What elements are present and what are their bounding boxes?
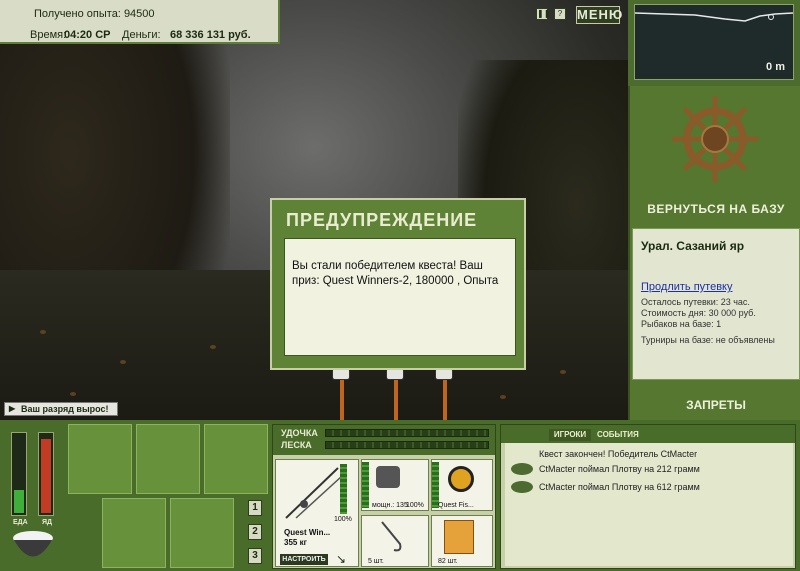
arrow-icon: ↘: [336, 552, 347, 566]
slot-tackle-box[interactable]: [68, 424, 132, 494]
leaf: [70, 392, 76, 396]
bait-count: 82 шт.: [438, 558, 458, 565]
rod-weight: 355 кг: [284, 538, 307, 547]
events-list: Квест закончен! Победитель CtMacter CtMa…: [505, 443, 793, 566]
experience-row: Получено опыта: 94500: [34, 8, 155, 20]
hook-slot[interactable]: 5 шт.: [361, 515, 429, 567]
tab-events[interactable]: СОБЫТИЯ: [597, 429, 639, 441]
setup-button[interactable]: НАСТРОИТЬ: [280, 554, 328, 565]
slot-notebook[interactable]: [204, 424, 268, 494]
base-info: Урал. Сазаний яр Продлить путевку Остало…: [632, 228, 800, 380]
experience-value: 94500: [123, 8, 155, 20]
poison-label: ЯД: [42, 519, 53, 526]
event-message: CtMacter поймал Плотву на 212 грамм: [539, 464, 700, 474]
stat-remaining: Осталось путевки: 23 час.: [641, 297, 750, 307]
line-name: Quest Fis...: [438, 502, 474, 509]
rod-percent: 100%: [334, 516, 352, 523]
stat-tournaments: Турниры на базе: не объявлены: [641, 335, 775, 345]
slot-page-3[interactable]: 3: [248, 548, 262, 564]
reel-power: мощн.: 135: [372, 502, 408, 509]
tab-players[interactable]: ИГРОКИ: [549, 429, 591, 441]
rod-name: Quest Win...: [284, 528, 331, 537]
dialog-message: Вы стали победителем квеста! Ваш приз: Q…: [284, 238, 516, 356]
ship-wheel-icon[interactable]: [670, 94, 760, 184]
cooking-pot-icon[interactable]: [8, 528, 58, 568]
depth-value: 0 m: [766, 61, 785, 73]
rod-slot[interactable]: 100% Quest Win... 355 кг НАСТРОИТЬ ↘: [275, 459, 359, 567]
warning-dialog: ПРЕДУПРЕЖДЕНИЕ Вы стали победителем квес…: [270, 198, 526, 370]
stat-day-cost: Стоимость дня: 30 000 руб.: [641, 308, 756, 318]
base-name: Урал. Сазаний яр: [641, 239, 745, 253]
leaf: [40, 330, 46, 334]
rod-icon: [285, 467, 342, 519]
rod-condition-bar: [340, 464, 347, 514]
base-panel: ВЕРНУТЬСЯ НА БАЗУ Урал. Сазаний яр Продл…: [628, 86, 800, 420]
leaf: [500, 395, 506, 399]
menu-button[interactable]: МЕНЮ: [576, 6, 622, 24]
slot-page-2[interactable]: 2: [248, 524, 262, 540]
hook-icon: [381, 521, 402, 552]
pause-icon[interactable]: ❚❚: [536, 8, 550, 20]
time-label: Время:: [30, 29, 67, 41]
slot-bait-bag[interactable]: [136, 424, 200, 494]
fish-icon: [511, 481, 533, 493]
event-message: CtMacter поймал Плотву на 612 грамм: [539, 482, 700, 492]
reel-slot[interactable]: мощн.: 135 100%: [361, 459, 429, 511]
money-value: 68 336 131 руб.: [170, 29, 251, 41]
money-label: Деньги:: [122, 29, 161, 41]
depth-panel: 0 m: [628, 0, 800, 86]
leaf: [210, 345, 216, 349]
slot-bucket[interactable]: [170, 498, 234, 568]
poison-meter: [38, 432, 54, 516]
bait-slot[interactable]: 82 шт.: [431, 515, 493, 567]
help-icon[interactable]: ?: [554, 8, 566, 20]
line-spool-icon: [448, 466, 474, 492]
rod-tension-bar: [325, 429, 489, 437]
poison-meter-fill: [41, 439, 51, 513]
fish-icon: [511, 463, 533, 475]
hook-count: 5 шт.: [368, 558, 384, 565]
reel-percent: 100%: [406, 502, 424, 509]
slot-page-1[interactable]: 1: [248, 500, 262, 516]
reel-icon: [376, 466, 400, 488]
slot-basket[interactable]: [102, 498, 166, 568]
food-meter-fill: [14, 490, 24, 513]
tackle-panel: УДОЧКА ЛЕСКА 100% Quest Win... 355 кг НА…: [272, 424, 496, 569]
return-to-base-button[interactable]: ВЕРНУТЬСЯ НА БАЗУ: [630, 202, 800, 216]
rank-up-notice[interactable]: Ваш разряд вырос!: [4, 402, 118, 416]
experience-label: Получено опыта:: [34, 8, 121, 20]
dialog-title: ПРЕДУПРЕЖДЕНИЕ: [286, 210, 478, 230]
bans-button[interactable]: ЗАПРЕТЫ: [630, 398, 800, 412]
extend-permit-link[interactable]: Продлить путевку: [641, 281, 732, 293]
leaf: [120, 360, 126, 364]
depth-profile: 0 m: [634, 4, 794, 80]
rod-label: УДОЧКА: [281, 428, 318, 438]
player-info-panel: Получено опыта: 94500 Время: 04:20 СР Де…: [0, 0, 280, 44]
stat-fishers: Рыбаков на базе: 1: [641, 319, 722, 329]
line-tension-bar: [325, 441, 489, 449]
reel-condition-bar: [362, 462, 369, 508]
food-label: ЕДА: [13, 519, 28, 526]
players-tabs-bar: [501, 425, 795, 443]
food-meter: [11, 432, 27, 516]
line-slot[interactable]: Quest Fis...: [431, 459, 493, 511]
line-label: ЛЕСКА: [281, 440, 312, 450]
leaf: [560, 370, 566, 374]
bait-pack-icon: [444, 520, 474, 554]
time-value: 04:20 СР: [64, 29, 111, 41]
players-panel: ИГРОКИ СОБЫТИЯ Квест закончен! Победител…: [500, 424, 796, 569]
event-message: Квест закончен! Победитель CtMacter: [539, 449, 698, 459]
